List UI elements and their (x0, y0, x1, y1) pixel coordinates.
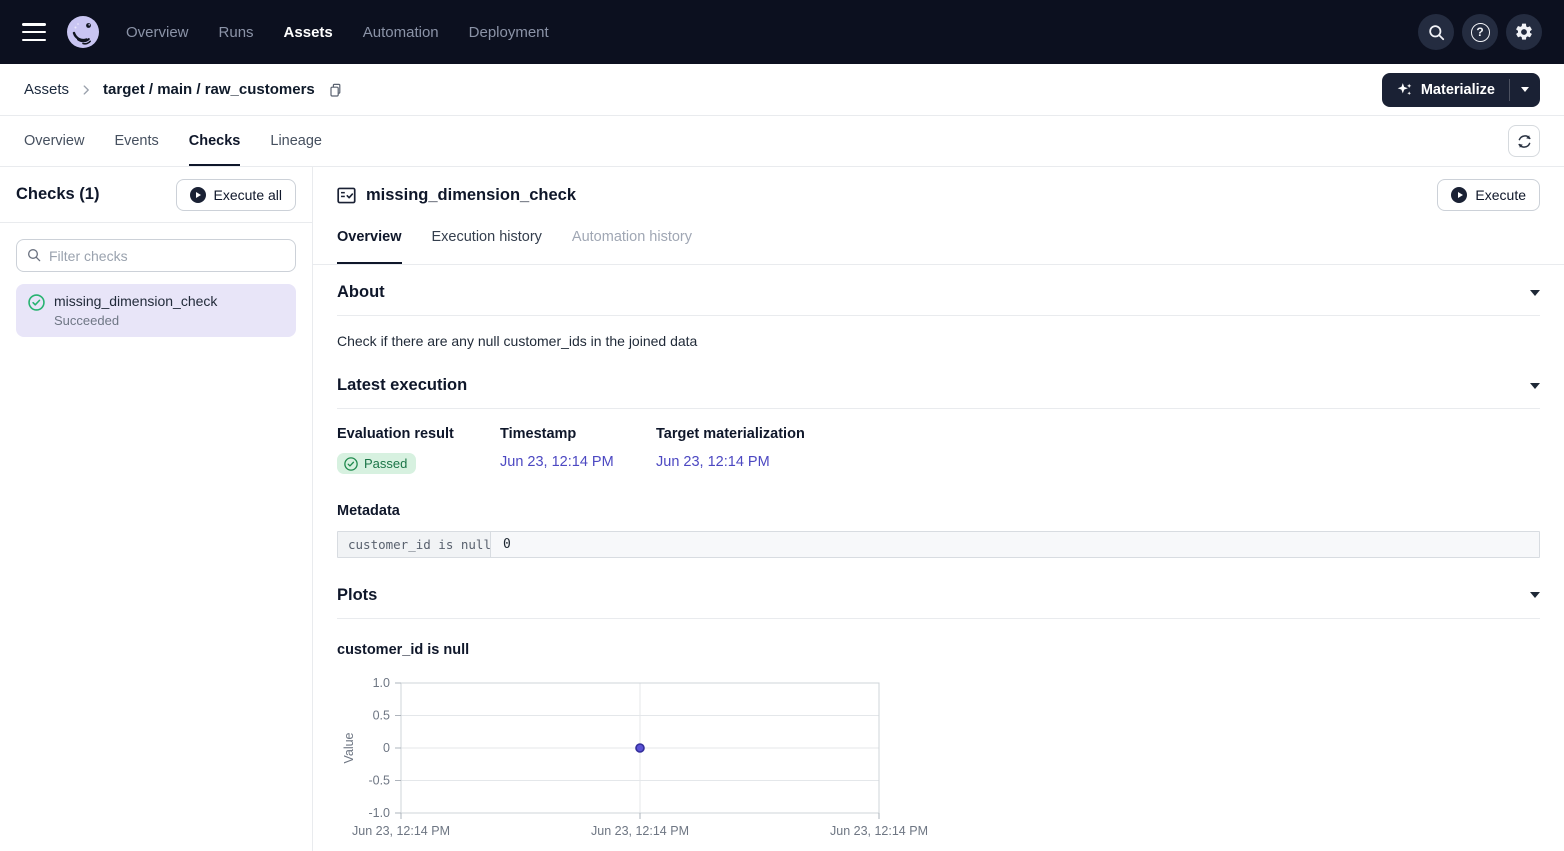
value-plot: 1.0 0.5 0 -0.5 -1.0 Value Jun 23, 12:14 … (337, 675, 1540, 850)
materialize-dropdown-button[interactable] (1510, 73, 1540, 107)
subtab-execution-history[interactable]: Execution history (432, 223, 542, 264)
execute-all-label: Execute all (214, 187, 282, 203)
nav-item-runs[interactable]: Runs (219, 24, 254, 41)
ytick-neg1: -1.0 (368, 806, 390, 820)
check-status: Succeeded (54, 313, 217, 328)
check-name: missing_dimension_check (54, 293, 217, 309)
nav-item-automation[interactable]: Automation (363, 24, 439, 41)
refresh-icon (1516, 133, 1533, 150)
asset-check-icon (337, 187, 356, 204)
settings-button[interactable] (1506, 14, 1542, 50)
nav-item-assets[interactable]: Assets (284, 24, 333, 41)
about-heading: About (337, 283, 385, 302)
column-target-materialization: Target materialization (656, 426, 805, 442)
check-detail-title: missing_dimension_check (366, 186, 576, 205)
checks-panel-title: Checks (1) (16, 185, 99, 204)
play-icon (190, 187, 206, 203)
latest-execution-grid: Evaluation result Passed Timestamp Jun 2… (337, 426, 1540, 476)
breadcrumb: Assets target / main / raw_customers (24, 81, 343, 98)
target-materialization-link[interactable]: Jun 23, 12:14 PM (656, 454, 805, 470)
check-detail-tabs: Overview Execution history Automation hi… (313, 223, 1564, 265)
search-icon (1427, 23, 1446, 42)
plot-title: customer_id is null (337, 642, 1540, 658)
column-evaluation-result: Evaluation result (337, 426, 500, 442)
sparkle-icon (1396, 81, 1413, 98)
scatter-chart: 1.0 0.5 0 -0.5 -1.0 Value Jun 23, 12:14 … (337, 675, 957, 845)
y-axis-label: Value (342, 732, 356, 763)
menu-icon[interactable] (22, 23, 46, 41)
plots-section-header: Plots (337, 586, 1540, 619)
check-list-item[interactable]: missing_dimension_check Succeeded (16, 284, 296, 337)
help-icon: ? (1471, 23, 1490, 42)
tab-overview[interactable]: Overview (24, 116, 84, 166)
collapse-caret-icon[interactable] (1530, 290, 1540, 296)
ytick-0: 0 (383, 741, 390, 755)
ytick-neg05: -0.5 (368, 773, 390, 787)
check-circle-icon (344, 457, 358, 471)
top-navigation: Overview Runs Assets Automation Deployme… (0, 0, 1564, 64)
subtab-overview[interactable]: Overview (337, 223, 402, 264)
data-point[interactable] (636, 744, 644, 752)
collapse-caret-icon[interactable] (1530, 592, 1540, 598)
ytick-1: 1.0 (373, 676, 390, 690)
passed-badge: Passed (337, 453, 416, 474)
dagster-logo-icon[interactable] (66, 15, 100, 49)
help-button[interactable]: ? (1462, 14, 1498, 50)
tab-events[interactable]: Events (114, 116, 158, 166)
xtick-center: Jun 23, 12:14 PM (591, 824, 689, 838)
execute-label: Execute (1475, 187, 1526, 203)
passed-label: Passed (364, 456, 407, 471)
nav-item-deployment[interactable]: Deployment (469, 24, 549, 41)
filter-checks-input[interactable] (16, 239, 296, 272)
materialize-split-button: Materialize (1382, 73, 1540, 107)
check-circle-icon (28, 294, 45, 311)
asset-key-path: target / main / raw_customers (103, 81, 315, 98)
timestamp-link[interactable]: Jun 23, 12:14 PM (500, 454, 656, 470)
search-icon (26, 247, 42, 263)
copy-button[interactable] (327, 82, 343, 98)
plots-heading: Plots (337, 586, 377, 605)
materialize-button[interactable]: Materialize (1382, 73, 1509, 107)
column-timestamp: Timestamp (500, 426, 656, 442)
execute-button[interactable]: Execute (1437, 179, 1540, 211)
play-icon (1451, 187, 1467, 203)
materialize-label: Materialize (1421, 82, 1495, 98)
refresh-button[interactable] (1508, 125, 1540, 157)
chevron-down-icon (1521, 87, 1529, 92)
nav-item-overview[interactable]: Overview (126, 24, 189, 41)
chevron-right-icon (79, 83, 93, 97)
tab-lineage[interactable]: Lineage (270, 116, 322, 166)
metadata-value: 0 (491, 532, 1539, 557)
main-nav: Overview Runs Assets Automation Deployme… (126, 24, 549, 41)
metadata-heading: Metadata (337, 503, 1540, 519)
copy-icon (327, 82, 343, 98)
breadcrumb-row: Assets target / main / raw_customers Mat… (0, 64, 1564, 116)
asset-tabs: Overview Events Checks Lineage (24, 116, 322, 166)
latest-execution-section-header: Latest execution (337, 376, 1540, 409)
ytick-05: 0.5 (373, 708, 390, 722)
metadata-key: customer_id is null (338, 532, 491, 557)
xtick-left: Jun 23, 12:14 PM (352, 824, 450, 838)
gear-icon (1514, 22, 1534, 42)
breadcrumb-assets-link[interactable]: Assets (24, 81, 69, 98)
tab-checks[interactable]: Checks (189, 116, 241, 166)
metadata-table: customer_id is null 0 (337, 531, 1540, 558)
execute-all-button[interactable]: Execute all (176, 179, 296, 211)
latest-execution-heading: Latest execution (337, 376, 467, 395)
collapse-caret-icon[interactable] (1530, 383, 1540, 389)
checks-sidebar: Checks (1) Execute all missing_dimension… (0, 167, 313, 851)
check-detail-panel: missing_dimension_check Execute Overview… (313, 167, 1564, 851)
xtick-right: Jun 23, 12:14 PM (830, 824, 928, 838)
subtab-automation-history[interactable]: Automation history (572, 223, 692, 264)
about-section-header: About (337, 283, 1540, 316)
about-description: Check if there are any null customer_ids… (337, 333, 1540, 349)
search-button[interactable] (1418, 14, 1454, 50)
asset-tabs-row: Overview Events Checks Lineage (0, 116, 1564, 167)
